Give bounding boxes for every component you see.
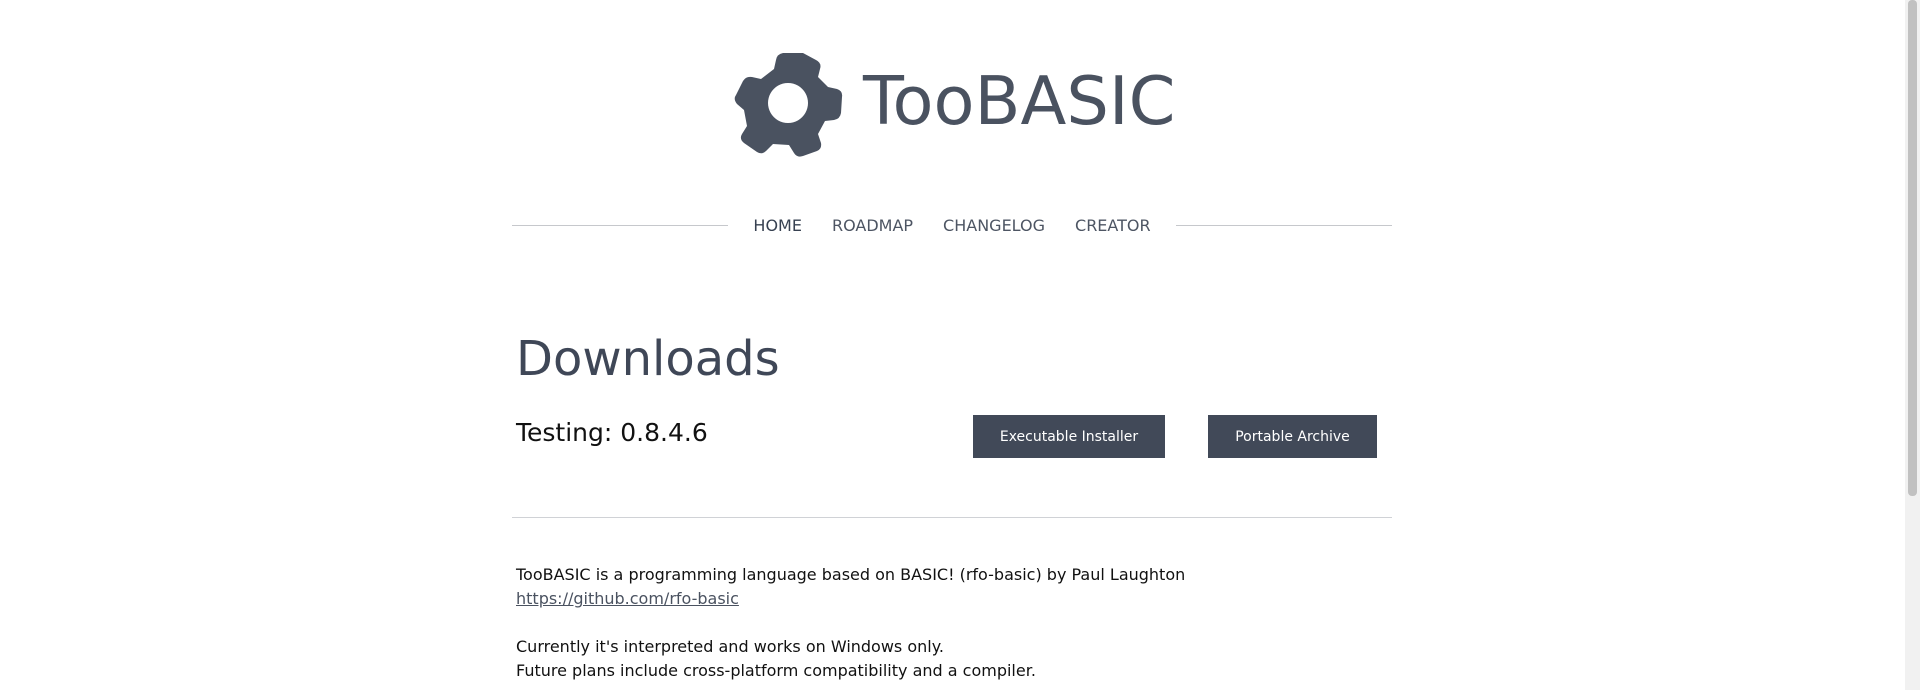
nav-divider-left (512, 224, 729, 226)
testing-version: Testing: 0.8.4.6 (516, 418, 708, 447)
section-divider (512, 517, 1392, 518)
downloads-heading: Downloads (516, 331, 780, 387)
page: TooBASIC HOME ROADMAP CHANGELOG CREATOR … (0, 0, 1920, 690)
executable-installer-button[interactable]: Executable Installer (973, 415, 1165, 458)
description-line-3: Future plans include cross-platform comp… (516, 661, 1036, 680)
logo-text: TooBASIC (863, 61, 1176, 140)
nav-item-creator[interactable]: CREATOR (1075, 216, 1151, 235)
description-line-2: Currently it's interpreted and works on … (516, 637, 944, 656)
description-line-1: TooBASIC is a programming language based… (516, 565, 1186, 584)
gear-icon (733, 47, 843, 159)
scrollbar-thumb[interactable] (1908, 0, 1917, 496)
page-scrollbar[interactable] (1905, 0, 1920, 690)
nav-item-home[interactable]: HOME (753, 216, 802, 235)
site-logo[interactable]: TooBASIC (733, 46, 1175, 160)
nav-item-roadmap[interactable]: ROADMAP (832, 216, 913, 235)
portable-archive-button[interactable]: Portable Archive (1208, 415, 1377, 458)
nav-divider-right (1175, 224, 1393, 226)
nav-item-changelog[interactable]: CHANGELOG (943, 216, 1045, 235)
rfo-basic-link[interactable]: https://github.com/rfo-basic (516, 589, 739, 608)
description-link-line: https://github.com/rfo-basic (516, 589, 739, 608)
main-nav: HOME ROADMAP CHANGELOG CREATOR (512, 212, 1393, 238)
nav-items: HOME ROADMAP CHANGELOG CREATOR (728, 216, 1175, 235)
